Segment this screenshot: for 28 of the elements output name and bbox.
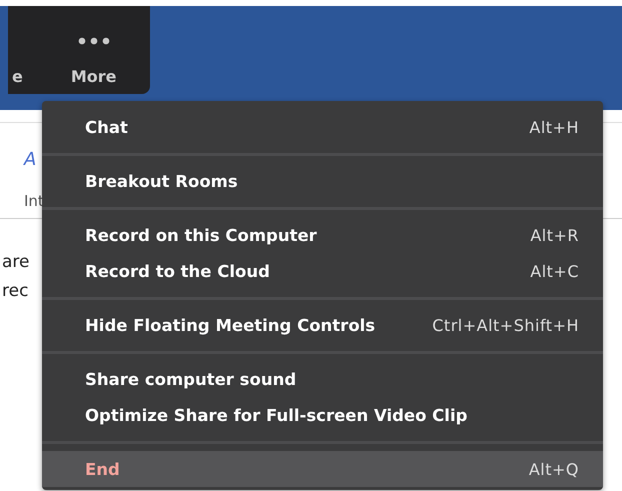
menu-item-label: Record on this Computer: [85, 226, 317, 244]
more-icon: [78, 37, 110, 45]
menu-item-label: Optimize Share for Full-screen Video Clip: [85, 406, 468, 424]
menu-item[interactable]: End Alt+Q: [42, 451, 603, 487]
menu-item-label: End: [85, 460, 120, 478]
toolbar-button[interactable]: More: [70, 67, 117, 86]
style-preview: A: [24, 149, 38, 170]
body-text: rec: [2, 280, 28, 300]
menu-item[interactable]: Record on this Computer Alt+R: [42, 217, 603, 253]
shortcut-text: Ctrl+Alt+Shift+H: [432, 316, 579, 334]
shortcut-text: Alt+C: [530, 262, 579, 280]
menu-item-label: Record to the Cloud: [85, 262, 270, 280]
shortcut-text: Alt+Q: [528, 460, 579, 478]
menu-item-label: Share computer sound: [85, 370, 296, 388]
shortcut-text: Alt+R: [530, 226, 579, 244]
menu-item-label: Chat: [85, 118, 128, 136]
menu-item[interactable]: Breakout Rooms: [42, 163, 603, 199]
body-text: are: [2, 252, 30, 272]
menu-item-label: Breakout Rooms: [85, 172, 238, 190]
menu-item-label: Hide Floating Meeting Controls: [85, 316, 376, 334]
menu-item[interactable]: Chat Alt+H: [42, 109, 603, 145]
menu-item[interactable]: Share computer sound: [42, 361, 603, 397]
menu-item[interactable]: Optimize Share for Full-screen Video Clip: [42, 397, 603, 433]
menu-item[interactable]: Hide Floating Meeting Controls Ctrl+Alt+Shift+H: [42, 307, 603, 343]
shortcut-text: Alt+H: [529, 118, 579, 136]
style-name: Int: [24, 192, 45, 210]
menu-item[interactable]: Record to the Cloud Alt+C: [42, 253, 603, 289]
toolbar-button[interactable]: e: [12, 67, 23, 86]
